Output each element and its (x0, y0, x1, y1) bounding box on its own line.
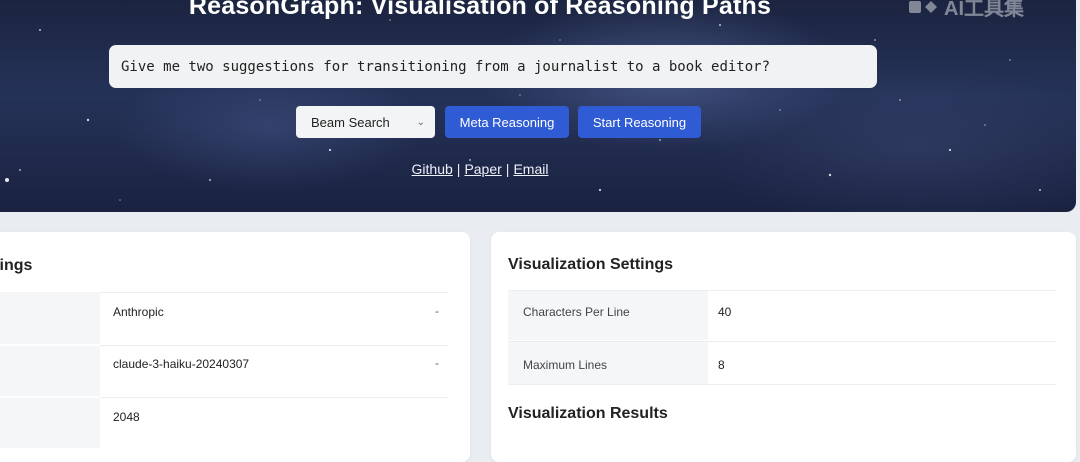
model-select[interactable]: claude-3-haiku-20240307 (113, 354, 249, 374)
provider-chevron-icon: - (435, 304, 439, 318)
max-lines-input[interactable]: 8 (718, 355, 725, 375)
divider (100, 292, 448, 293)
query-input[interactable] (109, 45, 877, 88)
chars-per-line-label: Characters Per Line (523, 302, 630, 322)
github-link[interactable]: Github (412, 161, 453, 177)
model-value: claude-3-haiku-20240307 (113, 357, 250, 371)
provider-value: Anthropic (113, 305, 164, 319)
footer-links: Github | Paper | Email (0, 161, 960, 177)
watermark: AI工具集 (908, 0, 1024, 21)
divider (508, 384, 1056, 385)
method-select-value: Beam Search (311, 114, 390, 130)
max-lines-value: 8 (718, 358, 725, 372)
provider-select[interactable]: Anthropic (113, 302, 164, 322)
visualization-results-title: Visualization Results (508, 405, 668, 422)
chars-per-line-value: 40 (718, 305, 732, 319)
visualization-settings-title: Visualization Settings (508, 256, 674, 273)
max-lines-label: Maximum Lines (523, 355, 607, 375)
watermark-text: AI工具集 (944, 0, 1024, 20)
model-settings-panel: ettings Anthropic - claude-3-haiku-20240… (0, 232, 470, 462)
paper-link[interactable]: Paper (464, 161, 501, 177)
chars-per-line-input[interactable]: 40 (718, 302, 731, 322)
model-chevron-icon: - (435, 356, 439, 370)
row-label-cell (0, 398, 100, 448)
model-settings-title: ettings (0, 257, 33, 274)
link-separator: | (456, 161, 461, 177)
divider (100, 397, 448, 398)
chevron-updown-icon: ⌄ (416, 116, 425, 128)
meta-reasoning-button[interactable]: Meta Reasoning (445, 106, 569, 138)
hero-banner: ReasonGraph: Visualisation of Reasoning … (0, 0, 1076, 212)
chars-per-line-label-text: Characters Per Line (523, 305, 630, 319)
max-tokens-input[interactable]: 2048 (113, 407, 140, 427)
row-label-cell (0, 346, 100, 396)
divider (508, 290, 1056, 291)
divider (508, 341, 1056, 342)
start-reasoning-button[interactable]: Start Reasoning (578, 106, 701, 138)
method-select[interactable]: Beam Search ⌄ (296, 106, 435, 138)
email-link[interactable]: Email (513, 161, 548, 177)
row-label-cell (0, 292, 100, 344)
max-tokens-value: 2048 (113, 410, 140, 424)
watermark-logo-icon (909, 0, 937, 13)
link-separator: | (505, 161, 510, 177)
divider (100, 345, 448, 346)
visualization-settings-panel: Visualization Settings Characters Per Li… (491, 232, 1076, 462)
max-lines-label-text: Maximum Lines (523, 358, 608, 372)
page-title: ReasonGraph: Visualisation of Reasoning … (188, 0, 772, 20)
